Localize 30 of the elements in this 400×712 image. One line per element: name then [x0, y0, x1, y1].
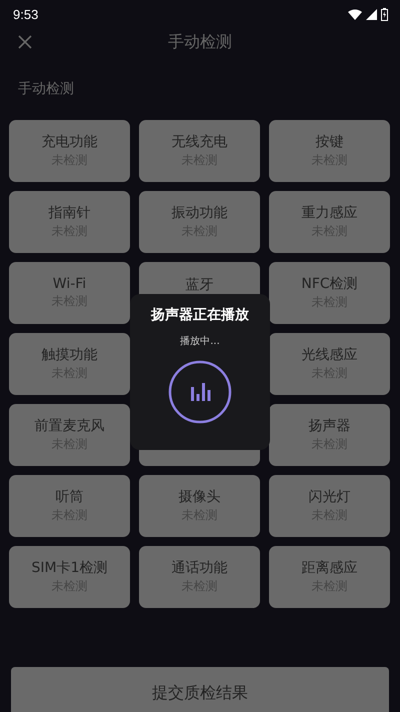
- test-name: 摄像头: [178, 488, 220, 506]
- signal-icon: [366, 8, 377, 20]
- test-name: 通话功能: [172, 559, 228, 577]
- test-name: NFC检测: [301, 275, 358, 293]
- toast-title: 扬声器正在播放: [151, 306, 249, 324]
- test-name: 指南针: [48, 204, 90, 222]
- test-name: SIM卡1检测: [31, 559, 108, 577]
- test-name: 闪光灯: [308, 488, 350, 506]
- test-name: 蓝牙: [186, 276, 214, 294]
- page-title: 手动检测: [168, 32, 232, 52]
- wifi-icon: [348, 8, 362, 20]
- battery-icon: [381, 8, 388, 20]
- test-name: 光线感应: [302, 346, 358, 364]
- test-name: 触摸功能: [42, 346, 98, 364]
- test-name: 振动功能: [172, 204, 228, 222]
- test-name: 重力感应: [302, 204, 358, 222]
- test-name: 听筒: [56, 488, 84, 506]
- test-name: 充电功能: [42, 133, 98, 151]
- test-name: Wi-Fi: [52, 276, 86, 292]
- test-name: 前置麦克风: [34, 417, 104, 435]
- speaker-bars-icon: [168, 360, 232, 424]
- test-name: 无线充电: [172, 133, 228, 151]
- test-name: 距离感应: [302, 559, 358, 577]
- submit-button[interactable]: 提交质检结果: [11, 667, 389, 712]
- test-name: 扬声器: [308, 417, 350, 435]
- close-icon[interactable]: [17, 34, 33, 50]
- test-name: 按键: [316, 133, 344, 151]
- section-label: 手动检测: [18, 81, 74, 97]
- toast-message: 播放中...: [180, 334, 220, 348]
- status-time: 9:53: [13, 6, 38, 22]
